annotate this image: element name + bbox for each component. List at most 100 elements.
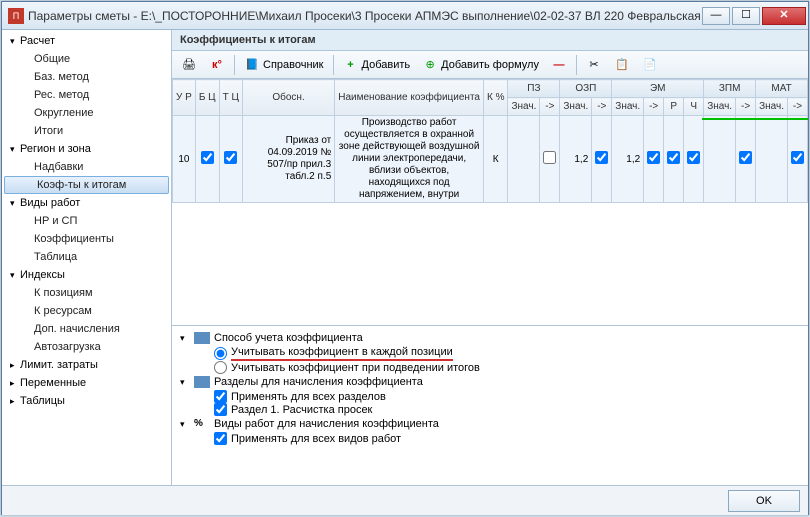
checkbox-types-all[interactable] (214, 432, 227, 445)
checkbox-ozp[interactable] (595, 151, 608, 164)
col-name[interactable]: Наименование коэффициента (335, 80, 484, 116)
tree-item[interactable]: Баз. метод (2, 68, 171, 86)
k-button[interactable]: к° (204, 54, 230, 76)
checkbox-pz[interactable] (543, 151, 556, 164)
add-formula-button[interactable]: ⊕Добавить формулу (417, 54, 544, 76)
checkbox-t[interactable] (224, 151, 237, 164)
checkbox-em-r[interactable] (667, 151, 680, 164)
col-mat-arrow[interactable]: -> (788, 98, 808, 116)
tree-item[interactable]: К ресурсам (2, 302, 171, 320)
checkbox-em-ch[interactable] (687, 151, 700, 164)
col-b[interactable]: Б Ц (195, 80, 219, 116)
remove-button[interactable]: — (546, 54, 572, 76)
checkbox-mat[interactable] (791, 151, 804, 164)
maximize-button[interactable]: ☐ (732, 7, 760, 25)
cell-mat-val[interactable] (756, 116, 788, 203)
tree-group-types[interactable]: Виды работ (2, 194, 171, 212)
cut-button[interactable]: ✂ (581, 54, 607, 76)
tree-group-calc[interactable]: Расчет (2, 32, 171, 50)
close-button[interactable]: ✕ (762, 7, 806, 25)
add-button[interactable]: +Добавить (338, 54, 416, 76)
radio-total[interactable] (214, 361, 227, 374)
cell-ur[interactable]: 10 (173, 116, 196, 203)
copy-button[interactable]: 📋 (609, 54, 635, 76)
radio-method-each[interactable]: Учитывать коэффициент в каждой позиции (176, 346, 804, 361)
col-mat-val[interactable]: Знач. (756, 98, 788, 116)
reference-button[interactable]: 📘Справочник (239, 54, 329, 76)
cell-zpm-val[interactable] (704, 116, 736, 203)
col-ozp-arrow[interactable]: -> (592, 98, 612, 116)
tree-item[interactable]: Округление (2, 104, 171, 122)
tree-group-tables[interactable]: Таблицы (2, 392, 171, 410)
green-arrow-annotation (702, 118, 808, 120)
tree-item[interactable]: НР и СП (2, 212, 171, 230)
col-ur[interactable]: У Р (173, 80, 196, 116)
minimize-button[interactable]: — (702, 7, 730, 25)
col-em-val[interactable]: Знач. (612, 98, 644, 116)
cell-em-arrow[interactable] (644, 116, 664, 203)
col-pz-arrow[interactable]: -> (540, 98, 560, 116)
col-group-zpm[interactable]: ЗПМ (704, 80, 756, 98)
radio-method-total[interactable]: Учитывать коэффициент при подведении ито… (176, 361, 804, 374)
tree-item[interactable]: Общие (2, 50, 171, 68)
checkbox-sections-all[interactable] (214, 390, 227, 403)
prop-group-types[interactable]: % Виды работ для начисления коэффициента (176, 416, 804, 432)
cell-em-r[interactable] (664, 116, 684, 203)
tree-item[interactable]: Коэффициенты (2, 230, 171, 248)
col-group-pz[interactable]: ПЗ (508, 80, 560, 98)
cell-em-ch[interactable] (684, 116, 704, 203)
tree-item[interactable]: К позициям (2, 284, 171, 302)
checkbox-b[interactable] (201, 151, 214, 164)
col-zpm-arrow[interactable]: -> (736, 98, 756, 116)
radio-each[interactable] (214, 347, 227, 360)
tree-group-region[interactable]: Регион и зона (2, 140, 171, 158)
col-em-r[interactable]: Р (664, 98, 684, 116)
tree-item[interactable]: Итоги (2, 122, 171, 140)
prop-group-method[interactable]: Способ учета коэффициента (176, 330, 804, 346)
paste-button[interactable]: 📄 (637, 54, 663, 76)
tree-item[interactable]: Автозагрузка (2, 338, 171, 356)
ok-button[interactable]: OK (728, 490, 800, 512)
col-group-ozp[interactable]: ОЗП (560, 80, 612, 98)
col-obosn[interactable]: Обосн. (242, 80, 334, 116)
checkbox-zpm[interactable] (739, 151, 752, 164)
check-types-all[interactable]: Применять для всех видов работ (176, 432, 804, 445)
tree-group-vars[interactable]: Переменные (2, 374, 171, 392)
cell-ozp-val[interactable]: 1,2 (560, 116, 592, 203)
prop-group-sections[interactable]: Разделы для начисления коэффициента (176, 374, 804, 390)
tree-item[interactable]: Рес. метод (2, 86, 171, 104)
tree-item[interactable]: Доп. начисления (2, 320, 171, 338)
col-k[interactable]: К % (483, 80, 508, 116)
col-t[interactable]: Т Ц (219, 80, 242, 116)
cell-zpm-arrow[interactable] (736, 116, 756, 203)
col-ozp-val[interactable]: Знач. (560, 98, 592, 116)
tree-item[interactable]: Надбавки (2, 158, 171, 176)
cell-name[interactable]: Производство работ осуществляется в охра… (335, 116, 484, 203)
print-button[interactable]: 🖨 (176, 54, 202, 76)
col-em-arrow[interactable]: -> (644, 98, 664, 116)
col-em-ch[interactable]: Ч (684, 98, 704, 116)
tree-group-limit[interactable]: Лимит. затраты (2, 356, 171, 374)
tree-item-selected[interactable]: Коэф-ты к итогам (4, 176, 169, 194)
check-section-1[interactable]: Раздел 1. Расчистка просек (176, 403, 804, 416)
cell-k[interactable]: К (483, 116, 508, 203)
cell-t[interactable] (219, 116, 242, 203)
cell-ozp-arrow[interactable] (592, 116, 612, 203)
col-group-em[interactable]: ЭМ (612, 80, 704, 98)
cell-pz-arrow[interactable] (540, 116, 560, 203)
cell-b[interactable] (195, 116, 219, 203)
col-pz-val[interactable]: Знач. (508, 98, 540, 116)
col-group-mat[interactable]: МАТ (756, 80, 808, 98)
cell-em-val[interactable]: 1,2 (612, 116, 644, 203)
col-zpm-val[interactable]: Знач. (704, 98, 736, 116)
toolbar: 🖨 к° 📘Справочник +Добавить ⊕Добавить фор… (172, 51, 808, 79)
tree-item[interactable]: Таблица (2, 248, 171, 266)
check-sections-all[interactable]: Применять для всех разделов (176, 390, 804, 403)
cell-obosn[interactable]: Приказ от 04.09.2019 № 507/пр прил.3 таб… (242, 116, 334, 203)
tree-group-index[interactable]: Индексы (2, 266, 171, 284)
table-row[interactable]: 10 Приказ от 04.09.2019 № 507/пр прил.3 … (173, 116, 808, 203)
checkbox-section-1[interactable] (214, 403, 227, 416)
checkbox-em[interactable] (647, 151, 660, 164)
cell-mat-arrow[interactable] (788, 116, 808, 203)
cell-pz-val[interactable] (508, 116, 540, 203)
